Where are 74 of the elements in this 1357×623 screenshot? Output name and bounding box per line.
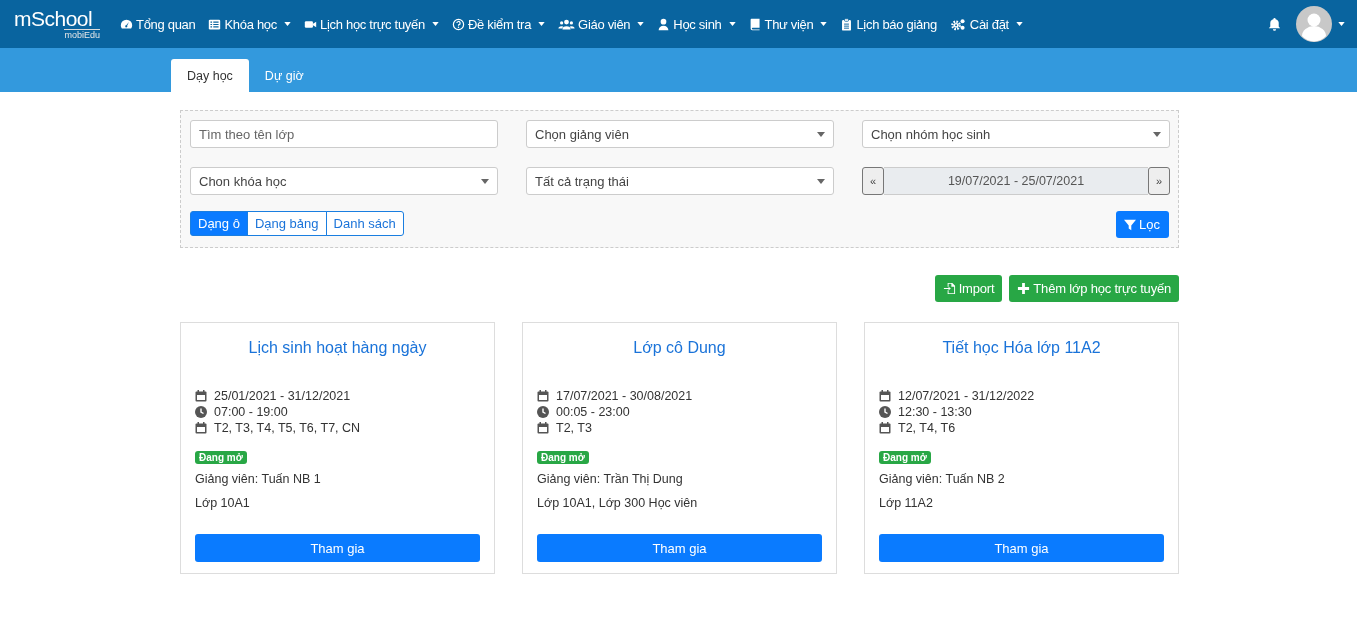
gauge-icon [120, 17, 133, 31]
dropdown-field[interactable]: Chọn giảng viên [526, 120, 834, 148]
nav-menu-item[interactable]: Thư viện [748, 16, 828, 32]
schedule-text: 25/01/2021 - 31/12/2021 [214, 389, 351, 403]
class-title[interactable]: Lớp cô Dung [633, 339, 726, 357]
status-badge: Đang mở [879, 451, 931, 464]
nav-menu-item[interactable]: Lịch báo giảng [840, 16, 937, 32]
schedule-text: 17/07/2021 - 30/08/2021 [556, 389, 693, 403]
gears-icon [949, 17, 967, 31]
schedule-text: 00:05 - 23:00 [556, 405, 630, 419]
nav-menu-item[interactable]: Lịch học trực tuyến [304, 16, 439, 32]
status-badge: Đang mở [195, 451, 247, 464]
date-range-field[interactable]: 19/07/2021 - 25/07/2021 [884, 167, 1148, 195]
next-week-button[interactable]: » [1148, 167, 1170, 195]
list-icon [208, 17, 222, 31]
bell-icon[interactable] [1267, 16, 1282, 32]
file-import-icon [942, 282, 956, 295]
schedule-text: 07:00 - 19:00 [214, 405, 288, 419]
caret-icon [817, 178, 825, 184]
status-badge: Đang mở [537, 451, 589, 464]
caret-icon [481, 178, 489, 184]
nav-menu-item[interactable]: Tổng quan [120, 16, 196, 32]
class-groups-text: Lớp 11A2 [879, 496, 933, 510]
join-button[interactable]: Tham gia [195, 534, 480, 562]
class-title[interactable]: Lịch sinh hoạt hàng ngày [248, 339, 427, 357]
user-icon [657, 17, 671, 31]
schedule-text: T2, T4, T6 [898, 421, 956, 435]
view-toggle[interactable]: Dạng bảng [246, 211, 327, 236]
nav-menu-item[interactable]: Cài đặt [949, 16, 1023, 32]
calendar-icon [195, 390, 207, 402]
calendar-icon [879, 422, 891, 434]
calendar-icon [537, 390, 549, 402]
schedule-text: 12:30 - 13:30 [898, 405, 972, 419]
teacher-text: Giảng viên: Trần Thị Dung [537, 472, 683, 486]
class-groups-text: Lớp 10A1 [195, 496, 250, 510]
nav-menu-item[interactable]: Đề kiểm tra [451, 16, 546, 32]
schedule-text: T2, T3, T4, T5, T6, T7, CN [214, 421, 361, 435]
plus-icon [1017, 282, 1031, 295]
dropdown-field[interactable]: Chon khóa học [190, 167, 498, 195]
search-field[interactable]: Tìm theo tên lớp [190, 120, 498, 148]
nav-menu-item[interactable]: Giáo viên [558, 16, 645, 32]
book-icon [748, 17, 762, 31]
class-title[interactable]: Tiết học Hóa lớp 11A2 [942, 339, 1101, 357]
clock-icon [879, 406, 891, 418]
class-groups-text: Lớp 10A1, Lớp 300 Học viên [537, 496, 698, 510]
clipboard-icon [840, 17, 854, 31]
tab[interactable]: Dạy học [171, 59, 249, 92]
caret-icon [1338, 22, 1345, 26]
filter-button[interactable]: Lọc [1116, 211, 1169, 238]
avatar-icon[interactable] [1296, 6, 1332, 42]
join-button[interactable]: Tham gia [537, 534, 822, 562]
caret-icon [817, 131, 825, 137]
filter-icon [1124, 218, 1137, 231]
dropdown-field[interactable]: Tất cả trạng thái [526, 167, 834, 195]
teacher-text: Giảng viên: Tuấn NB 1 [195, 472, 321, 486]
users-icon [558, 17, 576, 31]
question-circle-icon [451, 17, 465, 31]
view-toggle[interactable]: Danh sách [325, 211, 404, 236]
calendar-icon [195, 422, 207, 434]
logo[interactable]: mSchool mobiEdu [14, 8, 106, 40]
clock-icon [195, 406, 207, 418]
previous-week-button[interactable]: « [862, 167, 884, 195]
calendar-icon [537, 422, 549, 434]
dropdown-field[interactable]: Chọn nhóm học sinh [862, 120, 1170, 148]
nav-menu-item[interactable]: Học sinh [657, 16, 736, 32]
nav-menu-item[interactable]: Khóa học [208, 16, 291, 32]
schedule-text: T2, T3 [556, 421, 592, 435]
clock-icon [537, 406, 549, 418]
join-button[interactable]: Tham gia [879, 534, 1164, 562]
calendar-icon [879, 390, 891, 402]
schedule-text: 12/07/2021 - 31/12/2022 [898, 389, 1035, 403]
view-toggle[interactable]: Dạng ô [190, 211, 248, 236]
caret-icon [1153, 131, 1161, 137]
teacher-text: Giảng viên: Tuấn NB 2 [879, 472, 1005, 486]
